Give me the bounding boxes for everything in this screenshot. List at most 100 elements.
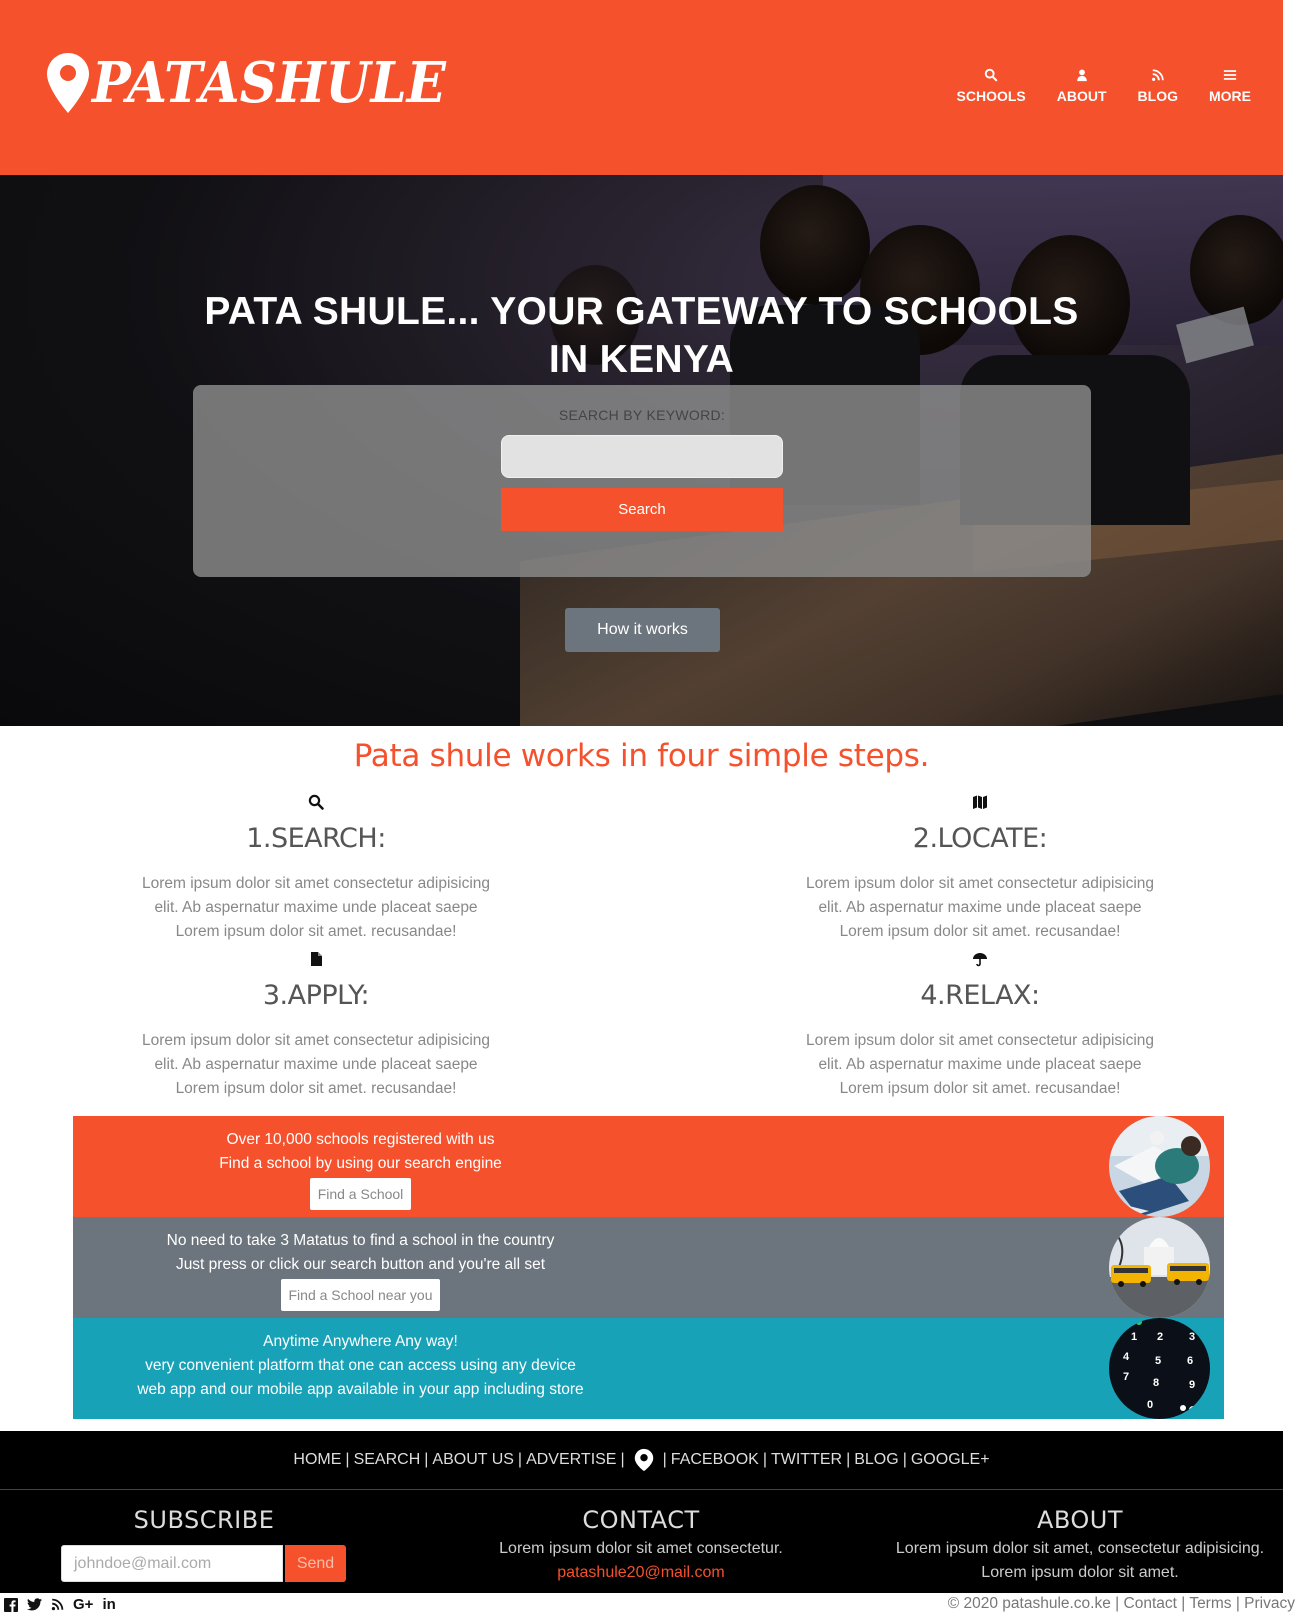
step-text-line: Lorem ipsum dolor sit amet. recusandae! — [175, 1080, 457, 1097]
nav-schools[interactable]: SCHOOLS — [957, 68, 1026, 104]
band-find-school: Over 10,000 schools registered with us F… — [73, 1116, 1224, 1217]
band-text: Anytime Anywhere Any way! very convenien… — [73, 1330, 648, 1402]
search-panel: SEARCH BY KEYWORD: Search — [193, 385, 1091, 577]
band-text: No need to take 3 Matatus to find a scho… — [73, 1229, 648, 1311]
twitter-icon[interactable] — [27, 1598, 42, 1611]
footer-link-home[interactable]: HOME — [293, 1451, 341, 1469]
contact-column: CONTACT Lorem ipsum dolor sit amet conse… — [441, 1506, 841, 1585]
main-nav: SCHOOLS ABOUT BLOG MORE — [957, 68, 1283, 104]
user-icon — [1076, 69, 1087, 82]
step-relax: 4.RELAX: Lorem ipsum dolor sit amet cons… — [770, 951, 1190, 1101]
contact-email-link[interactable]: patashule20@mail.com — [441, 1561, 841, 1585]
nav-about[interactable]: ABOUT — [1057, 68, 1107, 104]
footer-link-facebook[interactable]: FACEBOOK — [671, 1451, 759, 1469]
contact-text: Lorem ipsum dolor sit amet consectetur. — [499, 1540, 783, 1557]
step-text: Lorem ipsum dolor sit amet consectetur a… — [106, 872, 526, 944]
footer-main: SUBSCRIBE johndoe@mail.com Send CONTACT … — [0, 1490, 1283, 1593]
nav-label: SCHOOLS — [956, 88, 1026, 104]
site-logo[interactable]: PATASHULE — [46, 50, 477, 116]
svg-text:5: 5 — [1155, 1355, 1161, 1367]
legal-link-contact[interactable]: Contact — [1124, 1595, 1177, 1612]
about-column: ABOUT Lorem ipsum dolor sit amet, consec… — [880, 1506, 1280, 1585]
svg-text:1: 1 — [1131, 1331, 1137, 1343]
rss-icon[interactable] — [51, 1598, 64, 1611]
footer-link-about-us[interactable]: ABOUT US — [432, 1451, 514, 1469]
footer-link-search[interactable]: SEARCH — [354, 1451, 421, 1469]
separator: | — [345, 1451, 350, 1468]
site-header: PATASHULE SCHOOLS ABOUT BLOG MORE — [0, 0, 1283, 175]
copyright-text: © 2020 patashule.co.ke — [947, 1595, 1111, 1612]
rss-icon-glyph — [51, 1598, 64, 1611]
svg-text:6: 6 — [1187, 1355, 1193, 1367]
step-apply: 3.APPLY: Lorem ipsum dolor sit amet cons… — [106, 951, 526, 1101]
twitter-icon-glyph — [27, 1598, 42, 1611]
band-anywhere: Anytime Anywhere Any way! very convenien… — [73, 1318, 1224, 1419]
legal-link-terms[interactable]: Terms — [1189, 1595, 1231, 1612]
nav-more[interactable]: MORE — [1209, 68, 1251, 104]
hero-section: PATA SHULE... YOUR GATEWAY TO SCHOOLS IN… — [0, 175, 1283, 726]
location-pin-icon — [47, 53, 89, 113]
search-button[interactable]: Search — [501, 488, 783, 531]
umbrella-icon — [973, 953, 987, 967]
step-text-line: Lorem ipsum dolor sit amet consectetur a… — [141, 1032, 491, 1049]
step-text-line: Lorem ipsum dolor sit amet consectetur a… — [805, 1032, 1155, 1049]
about-text-line1: Lorem ipsum dolor sit amet, consectetur … — [895, 1540, 1265, 1557]
svg-text:2: 2 — [1157, 1331, 1163, 1343]
svg-text:9: 9 — [1189, 1379, 1195, 1391]
email-input[interactable]: johndoe@mail.com — [61, 1545, 283, 1582]
separator: | — [902, 1451, 907, 1468]
separator: | — [1181, 1595, 1186, 1612]
footer-link-advertise[interactable]: ADVERTISE — [526, 1451, 616, 1469]
menu-icon — [1223, 70, 1237, 80]
location-pin-icon[interactable] — [633, 1448, 655, 1472]
separator: | — [1235, 1595, 1240, 1612]
footer-link-blog[interactable]: BLOG — [854, 1451, 898, 1469]
band-line: web app and our mobile app available in … — [137, 1381, 584, 1398]
step-text-line: Lorem ipsum dolor sit amet consectetur a… — [141, 875, 491, 892]
map-icon — [973, 795, 987, 809]
nav-label: BLOG — [1137, 88, 1178, 104]
brand-name: PATASHULE — [92, 50, 446, 116]
step-text-line: elit. Ab aspernatur maxime unde placeat … — [154, 1056, 478, 1073]
contact-heading: CONTACT — [582, 1506, 700, 1534]
step-text-line: Lorem ipsum dolor sit amet consectetur a… — [805, 875, 1155, 892]
step-text-line: elit. Ab aspernatur maxime unde placeat … — [818, 899, 1142, 916]
steps-title: Pata shule works in four simple steps. — [353, 738, 930, 774]
file-icon — [311, 952, 322, 966]
svg-text:4: 4 — [1123, 1351, 1130, 1363]
about-heading: ABOUT — [1036, 1506, 1124, 1534]
step-search: 1.SEARCH: Lorem ipsum dolor sit amet con… — [106, 794, 526, 944]
separator: | — [517, 1451, 523, 1468]
svg-text:0: 0 — [1147, 1399, 1153, 1411]
find-school-button[interactable]: Find a School — [309, 1178, 412, 1210]
step-locate: 2.LOCATE: Lorem ipsum dolor sit amet con… — [770, 794, 1190, 944]
step-text: Lorem ipsum dolor sit amet consectetur a… — [106, 1029, 526, 1101]
rss-icon — [1151, 69, 1164, 81]
step-text-line: Lorem ipsum dolor sit amet. recusandae! — [175, 923, 457, 940]
band-line: No need to take 3 Matatus to find a scho… — [166, 1232, 555, 1249]
hero-title-line2: IN KENYA — [548, 338, 735, 381]
footer-link-twitter[interactable]: TWITTER — [771, 1451, 842, 1469]
nav-blog[interactable]: BLOG — [1138, 68, 1178, 104]
svg-text:3: 3 — [1189, 1331, 1195, 1343]
step-text: Lorem ipsum dolor sit amet consectetur a… — [770, 872, 1190, 944]
find-school-near-you-button[interactable]: Find a School near you — [280, 1279, 441, 1311]
how-it-works-button[interactable]: How it works — [565, 608, 720, 652]
linkedin-icon[interactable]: in — [102, 1596, 115, 1613]
footer-link-google-plus[interactable]: GOOGLE+ — [911, 1451, 990, 1469]
band-photo-students — [1109, 1116, 1210, 1217]
send-button[interactable]: Send — [285, 1545, 346, 1582]
band-search-nearby: No need to take 3 Matatus to find a scho… — [73, 1217, 1224, 1318]
step-heading: 1.SEARCH: — [246, 823, 386, 854]
band-line: Find a school by using our search engine — [219, 1155, 502, 1172]
step-text-line: Lorem ipsum dolor sit amet. recusandae! — [839, 1080, 1121, 1097]
step-heading: 2.LOCATE: — [912, 823, 1048, 854]
legal-link-privacy[interactable]: Privacy — [1244, 1595, 1295, 1612]
facebook-icon[interactable] — [4, 1597, 18, 1612]
facebook-icon-glyph — [4, 1597, 18, 1612]
step-text-line: Lorem ipsum dolor sit amet. recusandae! — [839, 923, 1121, 940]
search-input[interactable] — [501, 435, 783, 478]
separator: | — [662, 1451, 667, 1468]
google-plus-icon[interactable]: G+ — [73, 1596, 93, 1613]
step-text-line: elit. Ab aspernatur maxime unde placeat … — [154, 899, 478, 916]
